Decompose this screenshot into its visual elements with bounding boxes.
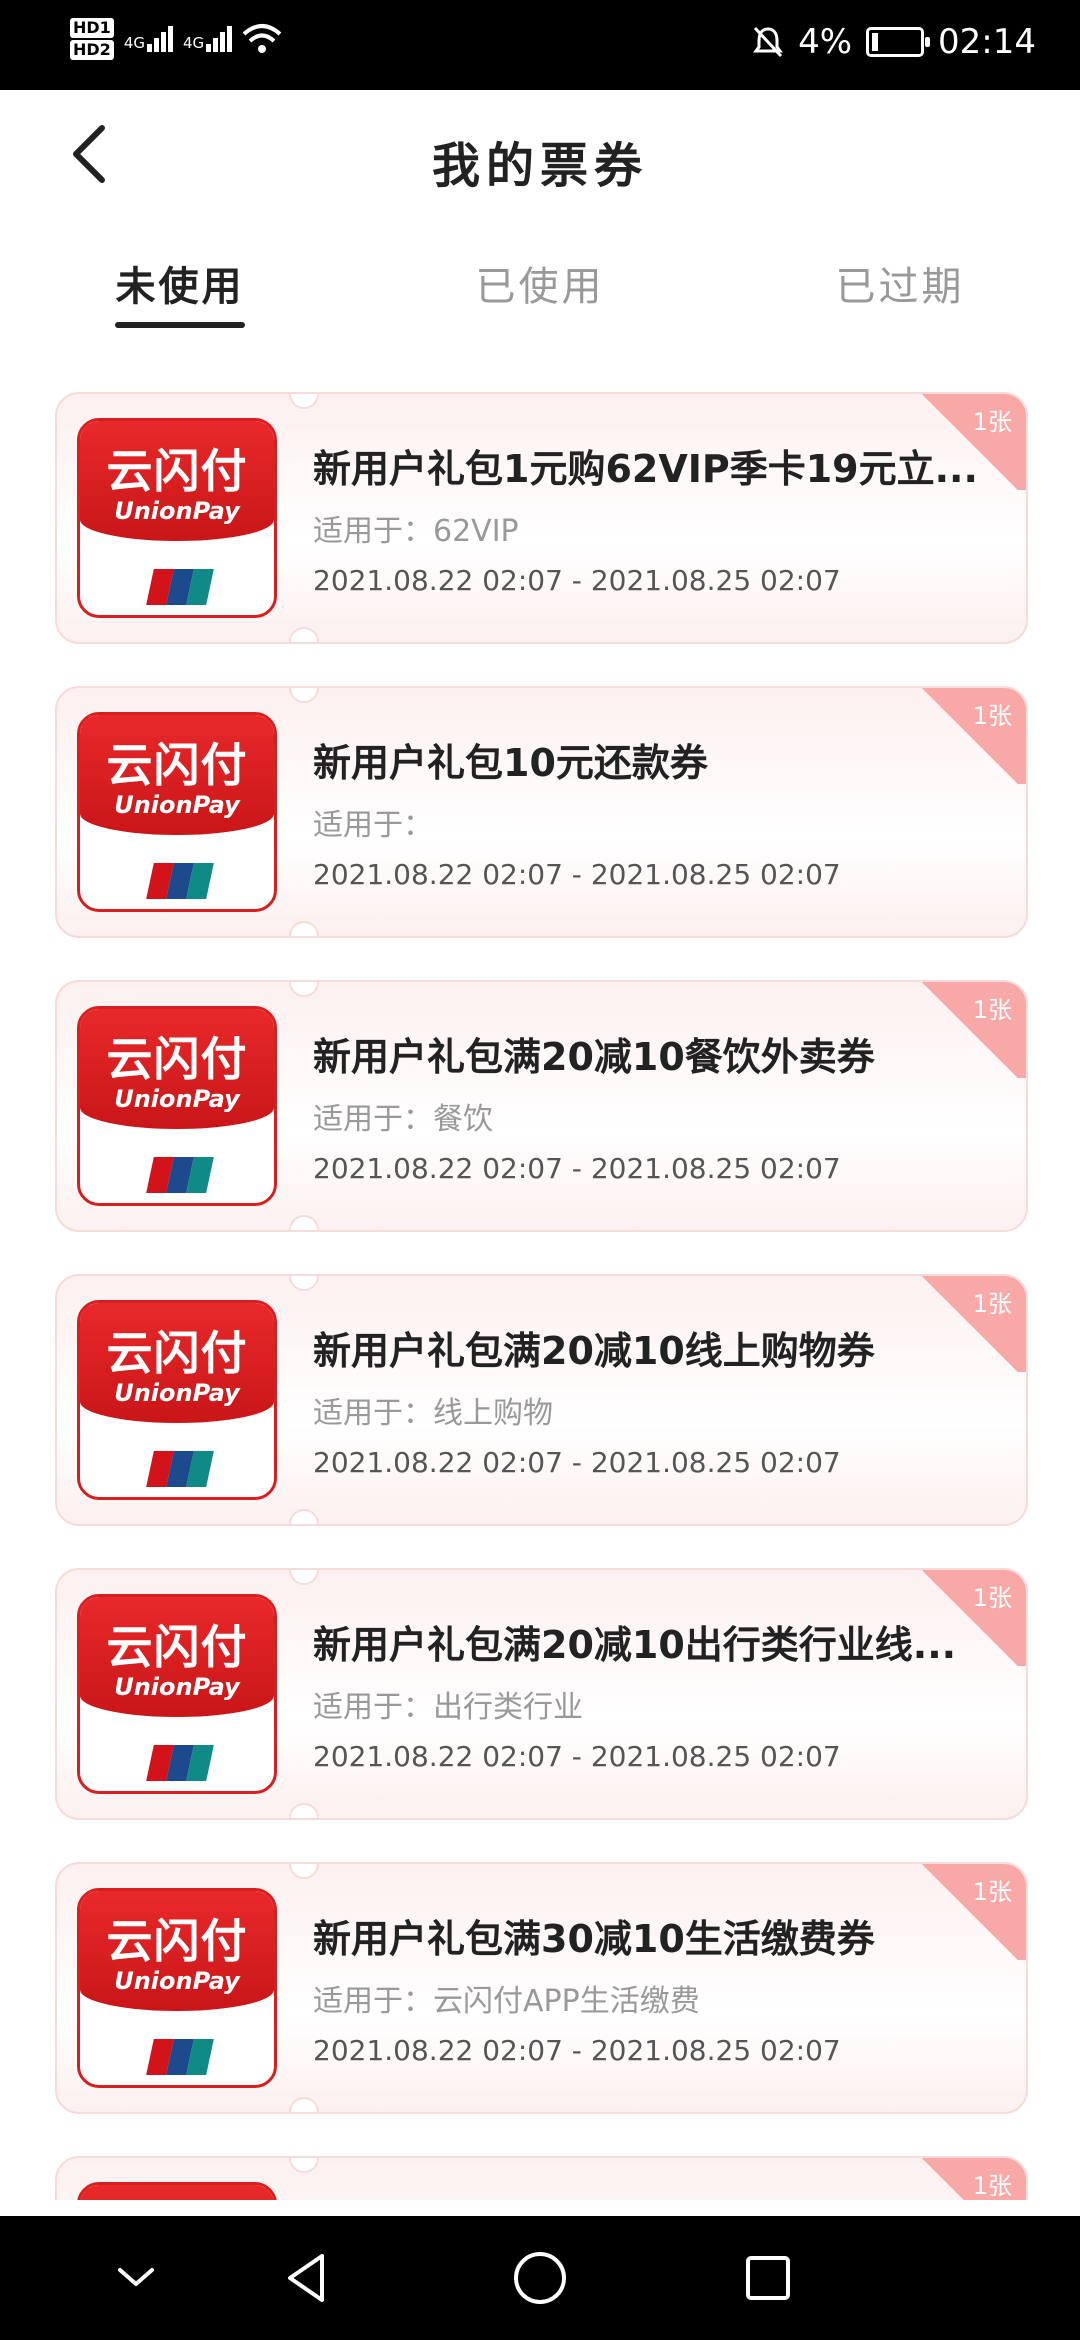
- coupon-count-badge: 1张: [914, 394, 1026, 490]
- coupon-count-badge: 1张: [914, 2158, 1026, 2200]
- coupon-validity: 2021.08.22 02:07 - 2021.08.25 02:07: [313, 2034, 841, 2067]
- coupon-validity: 2021.08.22 02:07 - 2021.08.25 02:07: [313, 858, 841, 891]
- unionpay-mark-icon: [146, 1451, 214, 1487]
- unionpay-logo: 云闪付 UnionPay: [77, 1300, 277, 1500]
- coupon-title: 新用户礼包满20减10出行类行业线...: [313, 1623, 957, 1667]
- coupon-card[interactable]: 云闪付 UnionPay 新用户礼包满20减10餐饮外卖券 适用于：餐饮 202…: [55, 980, 1028, 1232]
- coupon-count-badge: 1张: [914, 688, 1026, 784]
- bell-muted-icon: [753, 26, 784, 58]
- nav-recents-button[interactable]: [736, 2246, 800, 2310]
- recents-square-icon: [746, 2256, 790, 2300]
- signal-icon: 4G: [124, 26, 173, 52]
- coupon-card[interactable]: 云闪付 UnionPay 新用户礼包1元购62VIP季卡19元立... 适用于：…: [55, 392, 1028, 644]
- battery-icon: [866, 27, 931, 57]
- coupon-count-badge: 1张: [914, 1570, 1026, 1666]
- unionpay-logo: 云闪付 UnionPay: [77, 712, 277, 912]
- status-right: 4% 02:14: [752, 22, 1036, 62]
- coupon-list[interactable]: 云闪付 UnionPay 新用户礼包1元购62VIP季卡19元立... 适用于：…: [55, 392, 1030, 2200]
- hd2-label: HD2: [70, 40, 114, 60]
- wifi-icon: [242, 24, 282, 53]
- unionpay-logo: 云闪付 UnionPay: [77, 1594, 277, 1794]
- coupon-card[interactable]: 云闪付 UnionPay 新用户礼包满30减10生活缴费券 适用于：云闪付APP…: [55, 1862, 1028, 2114]
- network-type-1: 4G: [123, 34, 145, 52]
- unionpay-mark-icon: [146, 569, 214, 605]
- page-title: 我的票券: [431, 138, 648, 194]
- unionpay-logo: [77, 2182, 277, 2200]
- unionpay-mark-icon: [146, 1157, 214, 1193]
- coupon-count-badge: 1张: [914, 982, 1026, 1078]
- coupon-scope: 适用于：餐饮: [313, 1102, 493, 1137]
- coupon-count-badge: 1张: [914, 1276, 1026, 1372]
- coupon-validity: 2021.08.22 02:07 - 2021.08.25 02:07: [313, 1446, 841, 1479]
- coupon-scope: 适用于：62VIP: [313, 514, 519, 549]
- coupon-card[interactable]: 云闪付 UnionPay 新用户礼包满20减10线上购物券 适用于：线上购物 2…: [55, 1274, 1028, 1526]
- coupon-title: 新用户礼包满20减10餐饮外卖券: [313, 1035, 875, 1079]
- unionpay-logo: 云闪付 UnionPay: [77, 1888, 277, 2088]
- coupon-count-badge: 1张: [914, 1864, 1026, 1960]
- tab-unused[interactable]: 未使用: [0, 240, 360, 340]
- coupon-title: 新用户礼包10元还款券: [313, 741, 708, 785]
- system-nav-bar: [0, 2216, 1080, 2340]
- unionpay-mark-icon: [146, 863, 214, 899]
- hd-icon: HD1 HD2: [70, 16, 114, 62]
- coupon-validity: 2021.08.22 02:07 - 2021.08.25 02:07: [313, 564, 841, 597]
- tab-bar: 未使用 已使用 已过期: [0, 240, 1080, 340]
- clock: 02:14: [938, 22, 1036, 62]
- coupon-validity: 2021.08.22 02:07 - 2021.08.25 02:07: [313, 1152, 841, 1185]
- unionpay-mark-icon: [146, 2039, 214, 2075]
- status-left: HD1 HD2 4G 4G: [70, 16, 282, 62]
- signal-icon-2: 4G: [182, 26, 233, 52]
- home-circle-icon: [514, 2252, 566, 2304]
- status-bar: HD1 HD2 4G 4G 4% 02:14: [0, 0, 1080, 90]
- coupon-scope: 适用于：线上购物: [313, 1396, 553, 1431]
- coupon-validity: 2021.08.22 02:07 - 2021.08.25 02:07: [313, 1740, 841, 1773]
- unionpay-logo: 云闪付 UnionPay: [77, 1006, 277, 1206]
- chevron-down-icon: [118, 2268, 154, 2286]
- hd1-label: HD1: [70, 18, 114, 38]
- coupon-scope: 适用于：: [313, 808, 433, 843]
- coupon-title: 新用户礼包满20减10线上购物券: [313, 1329, 875, 1373]
- coupon-card[interactable]: 1张: [55, 2156, 1028, 2200]
- coupon-title: 新用户礼包满30减10生活缴费券: [313, 1917, 875, 1961]
- coupon-scope: 适用于：出行类行业: [313, 1690, 583, 1725]
- battery-percent: 4%: [798, 22, 853, 62]
- nav-home-button[interactable]: [508, 2246, 572, 2310]
- unionpay-logo: 云闪付 UnionPay: [77, 418, 277, 618]
- nav-back-button[interactable]: [276, 2246, 340, 2310]
- coupon-card[interactable]: 云闪付 UnionPay 新用户礼包10元还款券 适用于： 2021.08.22…: [55, 686, 1028, 938]
- unionpay-mark-icon: [146, 1745, 214, 1781]
- coupon-scope: 适用于：云闪付APP生活缴费: [313, 1984, 700, 2019]
- coupon-title: 新用户礼包1元购62VIP季卡19元立...: [313, 447, 978, 491]
- back-triangle-icon: [288, 2254, 324, 2302]
- header: 我的票券: [0, 90, 1080, 220]
- tab-used[interactable]: 已使用: [360, 240, 720, 340]
- coupon-card[interactable]: 云闪付 UnionPay 新用户礼包满20减10出行类行业线... 适用于：出行…: [55, 1568, 1028, 1820]
- network-type-2: 4G: [182, 34, 205, 52]
- tab-expired[interactable]: 已过期: [720, 240, 1080, 340]
- nav-collapse-button[interactable]: [104, 2246, 168, 2310]
